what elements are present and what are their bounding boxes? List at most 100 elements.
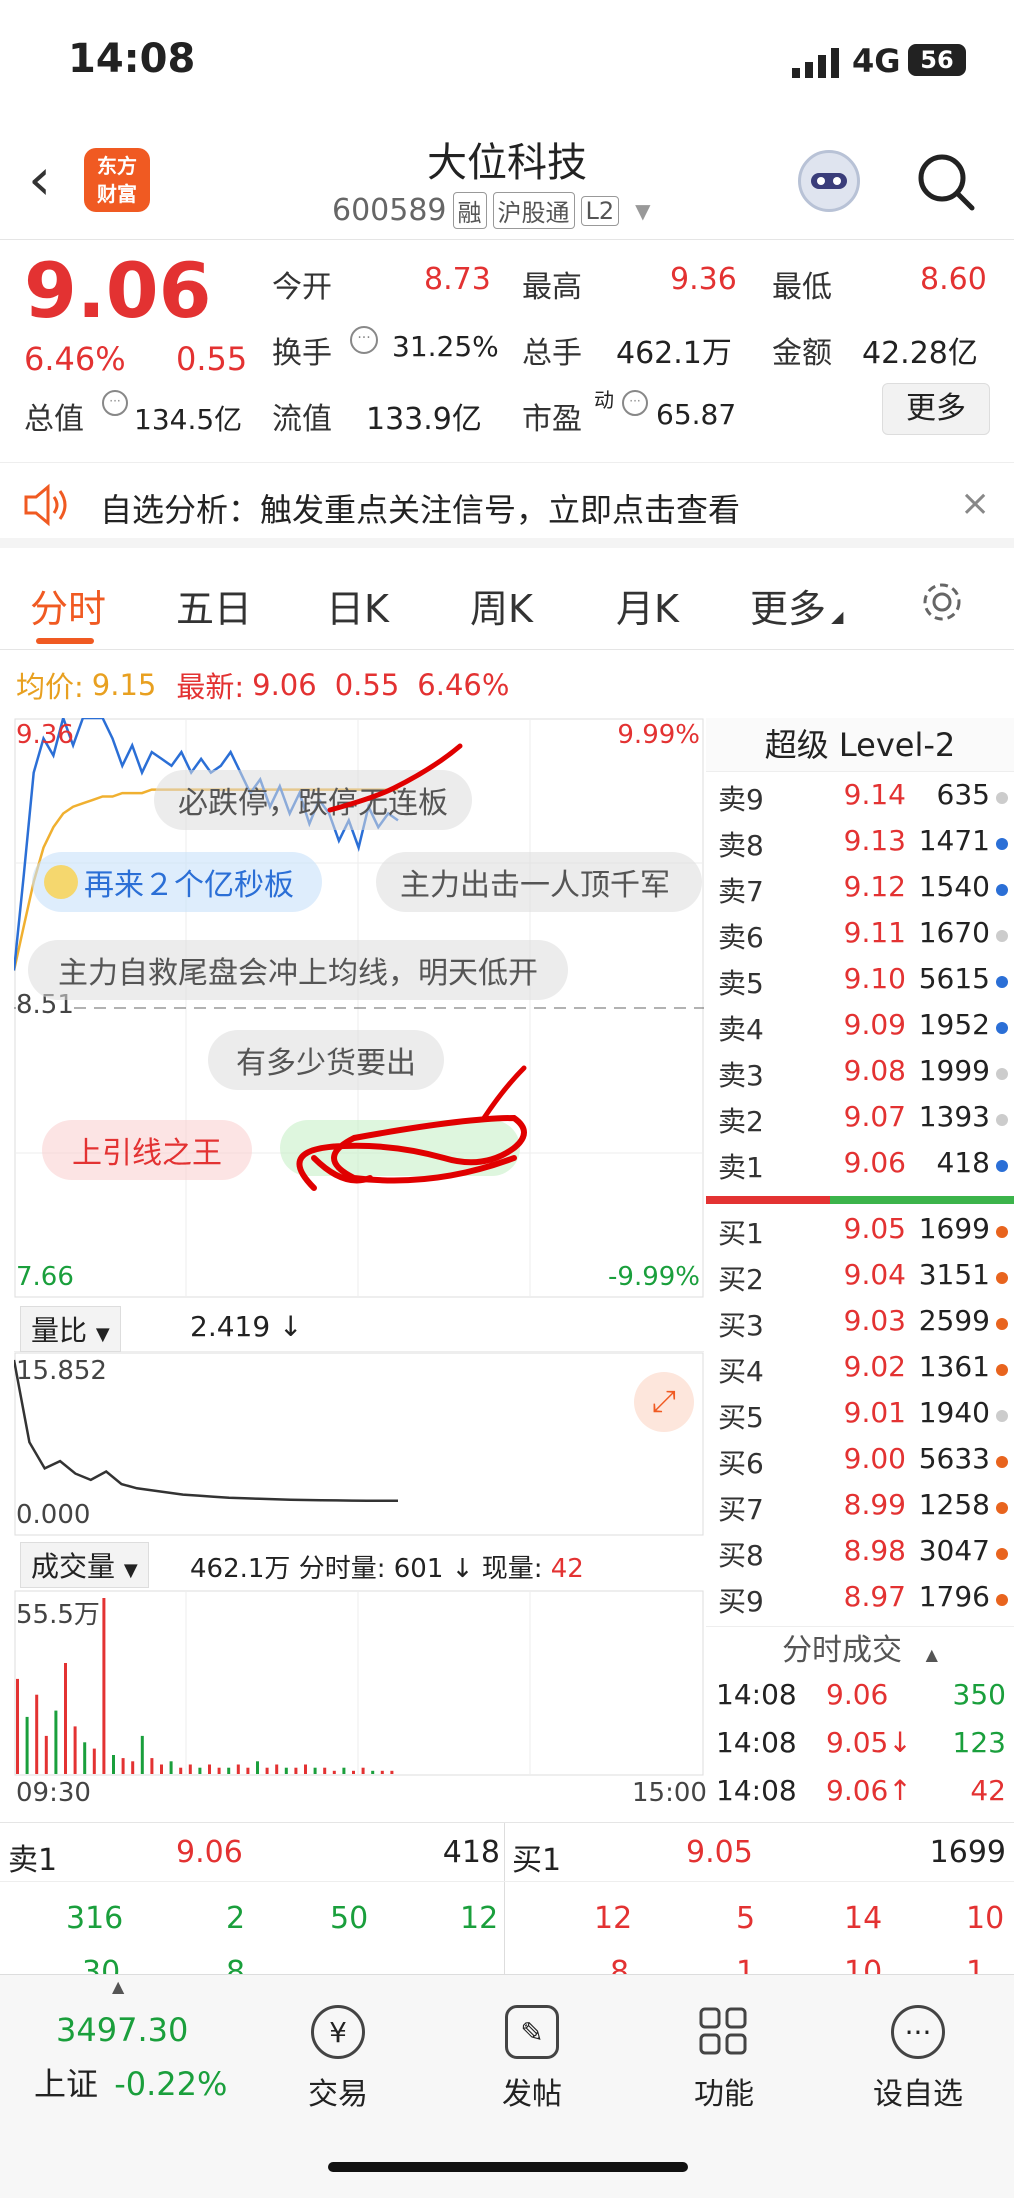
- ask-label: 卖5: [718, 967, 764, 1000]
- ask-label: 卖2: [718, 1105, 764, 1138]
- volume-bar: [44, 1735, 48, 1774]
- ask-price: 9.14: [843, 778, 906, 811]
- ask-row[interactable]: 卖8 9.13 1471: [706, 824, 1014, 870]
- nav-post[interactable]: ✎ 发帖: [472, 2005, 592, 2113]
- stock-code-row[interactable]: 600589 融 沪股通 L2 ▼: [332, 192, 651, 229]
- close-icon[interactable]: ×: [960, 483, 990, 524]
- volume-bar: [121, 1758, 125, 1774]
- gear-icon[interactable]: [918, 578, 966, 626]
- ob-sell-label: 卖1: [8, 1843, 58, 1878]
- volume-bar: [92, 1748, 96, 1774]
- ask-price: 9.10: [843, 962, 906, 995]
- level2-title: 超级 Level-2: [706, 718, 1014, 772]
- bid-price: 8.98: [843, 1534, 906, 1567]
- volume-bar: [150, 1758, 154, 1774]
- ask-row[interactable]: 卖5 9.10 5615: [706, 962, 1014, 1008]
- ratio-dropdown[interactable]: 量比 ▼: [20, 1306, 121, 1352]
- intraday-chart-area[interactable]: 9.36 9.99% 8.51 7.66 -9.99% 必跌停，跌停无连板 再来…: [14, 718, 704, 1298]
- ob-buy-vol: 1699: [929, 1835, 1006, 1870]
- tab-more[interactable]: 更多 ◢: [750, 578, 843, 633]
- index-value[interactable]: 3497.30: [56, 2011, 188, 2049]
- volume-bar: [342, 1767, 346, 1774]
- nav-functions[interactable]: 功能: [664, 2005, 784, 2113]
- latest-label: 最新:: [176, 670, 245, 704]
- ask-row[interactable]: 卖1 9.06 418: [706, 1146, 1014, 1192]
- order-dot-icon: [996, 1594, 1008, 1606]
- bid-volume: 1699: [918, 1212, 990, 1245]
- ask-volume: 1670: [918, 916, 990, 949]
- ask-row[interactable]: 卖9 9.14 635: [706, 778, 1014, 824]
- stock-name: 大位科技: [427, 140, 587, 186]
- bid-row[interactable]: 买9 8.97 1796: [706, 1580, 1014, 1626]
- ratio-label: 量比: [31, 1314, 88, 1347]
- pe-label: 市盈: [522, 402, 582, 437]
- bid-row[interactable]: 买2 9.04 3151: [706, 1258, 1014, 1304]
- index-row[interactable]: 上证 -0.22%: [34, 2059, 227, 2105]
- volume-label: 总手: [522, 336, 582, 371]
- ask-label: 卖3: [718, 1059, 764, 1092]
- ask-volume: 5615: [918, 962, 990, 995]
- bid-label: 买6: [718, 1447, 764, 1480]
- ticks-title: 分时成交: [782, 1633, 903, 1668]
- latest-change: 0.55: [334, 668, 400, 702]
- analysis-banner[interactable]: 自选分析：触发重点关注信号，立即点击查看 ×: [0, 462, 1014, 548]
- volume-bar: [54, 1710, 58, 1774]
- bid-row[interactable]: 买4 9.02 1361: [706, 1350, 1014, 1396]
- ob-sell-price: 9.06: [176, 1835, 243, 1870]
- ratio-value: 2.419 ↓: [190, 1310, 303, 1343]
- search-icon[interactable]: [916, 152, 976, 212]
- level2-panel[interactable]: 超级 Level-2 卖9 9.14 635 卖8 9.13 1471 卖7 9.12 1540…: [706, 718, 1014, 1824]
- ticks-header[interactable]: 分时成交 ▲: [706, 1626, 1014, 1674]
- tab-week-k[interactable]: 周K: [470, 578, 533, 633]
- bid-row[interactable]: 买8 8.98 3047: [706, 1534, 1014, 1580]
- bid-row[interactable]: 买5 9.01 1940: [706, 1396, 1014, 1442]
- volume-bar: [313, 1767, 317, 1774]
- change-percent: 6.46%: [24, 340, 126, 378]
- float-value: 133.9亿: [366, 402, 482, 437]
- volume-summary: 462.1万 分时量: 601 ↓ 现量: 42: [190, 1548, 584, 1585]
- grid-icon: [697, 2005, 751, 2059]
- nav-add-watchlist[interactable]: ··· 设自选: [858, 2005, 978, 2113]
- bid-row[interactable]: 买3 9.03 2599: [706, 1304, 1014, 1350]
- tick-price: 9.05↓: [826, 1726, 912, 1759]
- assistant-avatar-icon[interactable]: [798, 150, 860, 212]
- bid-row[interactable]: 买7 8.99 1258: [706, 1488, 1014, 1534]
- bid-price: 9.02: [843, 1350, 906, 1383]
- info-icon[interactable]: ···: [350, 326, 378, 354]
- bid-row[interactable]: 买6 9.00 5633: [706, 1442, 1014, 1488]
- tab-month-k[interactable]: 月K: [616, 578, 679, 633]
- info-icon[interactable]: ···: [102, 390, 128, 416]
- ask-row[interactable]: 卖4 9.09 1952: [706, 1008, 1014, 1054]
- bid-volume: 1258: [918, 1488, 990, 1521]
- ask-row[interactable]: 卖2 9.07 1393: [706, 1100, 1014, 1146]
- info-icon[interactable]: ···: [622, 390, 648, 416]
- tick-time: 14:08: [716, 1774, 797, 1807]
- order-dot-icon: [996, 930, 1008, 942]
- pe-superscript: 动: [594, 388, 614, 412]
- ob-cell: 30: [82, 1955, 121, 1974]
- caret-icon: ◢: [826, 607, 844, 626]
- ob-cell: 1: [966, 1955, 986, 1974]
- expand-icon[interactable]: ⤢: [634, 1372, 694, 1432]
- more-quote-button[interactable]: 更多: [882, 383, 990, 435]
- volume-bar: [294, 1767, 298, 1774]
- volume-bar: [112, 1755, 115, 1774]
- ask-row[interactable]: 卖3 9.08 1999: [706, 1054, 1014, 1100]
- home-indicator[interactable]: [328, 2162, 688, 2172]
- volume-dropdown[interactable]: 成交量 ▼: [20, 1542, 149, 1588]
- ask-volume: 1540: [918, 870, 990, 903]
- tick-row: 14:08 9.06 350: [706, 1678, 1014, 1724]
- last-price: 9.06: [24, 246, 212, 335]
- nav-trade[interactable]: ¥ 交易: [278, 2005, 398, 2113]
- ask-price: 9.07: [843, 1100, 906, 1133]
- tab-intraday[interactable]: 分时: [30, 578, 106, 633]
- ask-row[interactable]: 卖7 9.12 1540: [706, 870, 1014, 916]
- ratio-header: 量比 ▼ 2.419 ↓: [14, 1300, 704, 1352]
- volume-bar: [227, 1767, 231, 1774]
- order-dot-icon: [996, 1456, 1008, 1468]
- ask-row[interactable]: 卖6 9.11 1670: [706, 916, 1014, 962]
- tab-five-day[interactable]: 五日: [176, 578, 252, 633]
- ratio-chart-area: 15.852 0.000 ⤢: [14, 1352, 704, 1536]
- bid-row[interactable]: 买1 9.05 1699: [706, 1212, 1014, 1258]
- tab-day-k[interactable]: 日K: [326, 578, 389, 633]
